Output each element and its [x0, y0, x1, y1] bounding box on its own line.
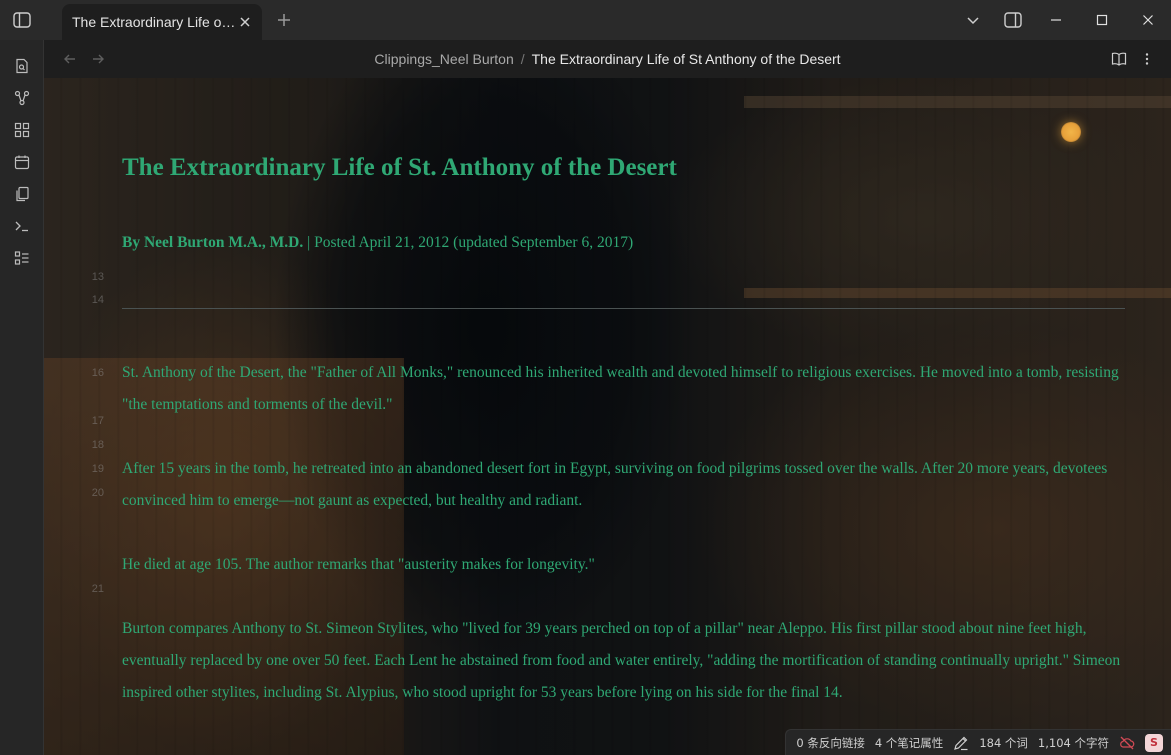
templates-button[interactable]	[6, 178, 38, 210]
minimize-button[interactable]	[1033, 0, 1079, 40]
tab-title: The Extraordinary Life of...	[72, 14, 236, 30]
line-number: 14	[91, 294, 104, 306]
byline-author: By Neel Burton M.A., M.D.	[122, 234, 304, 251]
right-sidebar-icon	[1004, 12, 1022, 28]
close-icon	[1143, 15, 1153, 25]
line-number: 17	[91, 415, 104, 427]
close-window-button[interactable]	[1125, 0, 1171, 40]
title-bar: The Extraordinary Life of...	[0, 0, 1171, 40]
list-checks-icon	[14, 251, 28, 265]
tab-active-note[interactable]: The Extraordinary Life of...	[62, 4, 262, 40]
terminal-icon	[15, 221, 28, 232]
layout-grid-icon	[14, 122, 29, 138]
character-count: 1,104 个字符	[1037, 735, 1109, 750]
chevron-down-icon	[967, 17, 979, 25]
byline-date: | Posted April 21, 2012 (updated Septemb…	[303, 234, 634, 251]
arrow-right-icon	[93, 54, 104, 64]
window-controls	[953, 0, 1171, 40]
editor-pane[interactable]: 13 14 16 17 18 19 20 21 The Extraordinar…	[44, 78, 1171, 755]
file-search-icon	[15, 58, 28, 74]
line-number: 21	[91, 583, 104, 595]
maximize-icon	[1096, 14, 1108, 26]
cloud-off-icon	[1120, 736, 1135, 749]
article-byline: By Neel Burton M.A., M.D. | Posted April…	[122, 234, 1122, 252]
tab-list-button[interactable]	[953, 0, 993, 40]
paragraph: St. Anthony of the Desert, the "Father o…	[122, 364, 1119, 413]
breadcrumb-folder[interactable]: Clippings_Neel Burton	[374, 51, 513, 67]
line-number: 18	[91, 439, 104, 451]
editing-mode-button[interactable]	[953, 735, 969, 751]
list-view-button[interactable]	[6, 242, 38, 274]
paragraph: Burton compares Anthony to St. Simeon St…	[122, 620, 1121, 701]
breadcrumb-note-title[interactable]: The Extraordinary Life of St Anthony of …	[532, 51, 841, 67]
right-sidebar-toggle-button[interactable]	[993, 0, 1033, 40]
navigate-back-button[interactable]	[56, 45, 84, 73]
plus-icon	[278, 14, 290, 26]
book-open-icon	[1111, 52, 1127, 66]
backlinks-count[interactable]: 0 条反向链接	[796, 735, 864, 751]
minimize-icon	[1051, 19, 1061, 21]
line-number: 16	[91, 367, 104, 379]
status-bar: 0 条反向链接 4 个笔记属性 184 个词 1,104 个字符 S	[785, 729, 1171, 755]
sync-status-badge[interactable]: S	[1145, 733, 1163, 752]
word-count: 184 个词	[979, 735, 1028, 750]
daily-note-button[interactable]	[6, 146, 38, 178]
sync-disabled-button[interactable]	[1119, 735, 1135, 751]
maximize-button[interactable]	[1079, 0, 1125, 40]
sidebar-toggle-button[interactable]	[0, 0, 44, 40]
open-quick-switcher-button[interactable]	[6, 50, 38, 82]
breadcrumb: Clippings_Neel Burton / The Extraordinar…	[44, 40, 1171, 78]
graph-icon	[14, 90, 29, 106]
line-number: 13	[91, 271, 104, 283]
command-palette-button[interactable]	[6, 210, 38, 242]
breadcrumb-separator: /	[520, 51, 525, 67]
properties-count[interactable]: 4 个笔记属性	[875, 735, 943, 751]
more-options-button[interactable]	[1133, 45, 1161, 73]
graph-view-button[interactable]	[6, 82, 38, 114]
navigate-forward-button[interactable]	[84, 45, 112, 73]
note-heading: The Extraordinary Life of St. Anthony of…	[122, 154, 677, 181]
new-tab-button[interactable]	[266, 2, 302, 38]
paragraph: He died at age 105. The author remarks t…	[122, 556, 595, 573]
line-number: 20	[91, 487, 104, 499]
canvas-button[interactable]	[6, 114, 38, 146]
paragraph: After 15 years in the tomb, he retreated…	[122, 460, 1108, 509]
horizontal-rule	[122, 308, 1125, 309]
sidebar-toggle-icon	[13, 12, 31, 28]
copy-icon	[15, 186, 29, 202]
pencil-icon	[954, 736, 968, 750]
tab-close-button[interactable]	[236, 13, 254, 31]
note-document[interactable]: 13 14 16 17 18 19 20 21 The Extraordinar…	[44, 78, 1171, 755]
arrow-left-icon	[64, 54, 75, 64]
calendar-icon	[14, 155, 29, 170]
reading-view-button[interactable]	[1105, 45, 1133, 73]
more-vertical-icon	[1145, 53, 1149, 65]
left-ribbon	[0, 40, 44, 755]
close-icon	[240, 17, 250, 27]
view-header: Clippings_Neel Burton / The Extraordinar…	[44, 40, 1171, 78]
line-number: 19	[91, 463, 104, 475]
